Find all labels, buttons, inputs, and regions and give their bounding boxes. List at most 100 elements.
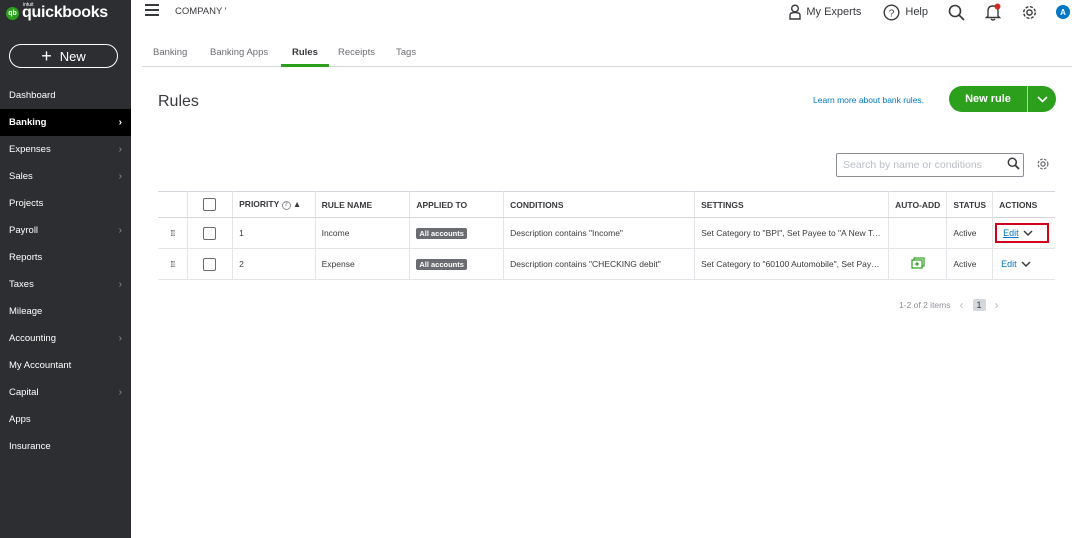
intuit-wordmark: intuit (23, 2, 34, 8)
auto-add-header[interactable]: AUTO-ADD (888, 191, 948, 218)
help-label: Help (905, 6, 928, 18)
info-icon[interactable]: ? (281, 200, 291, 210)
new-rule-button[interactable]: New rule (949, 93, 1027, 105)
quickbooks-logo[interactable]: qb intuit quickbooks (6, 2, 108, 23)
sidebar-item-label: Sales (9, 171, 33, 182)
tab-banking-apps[interactable]: Banking Apps (210, 47, 268, 66)
highlighted-edit-action: Edit (995, 223, 1049, 243)
auto-add-cell (888, 217, 948, 249)
qb-logo-icon: qb (6, 6, 19, 20)
tab-banking[interactable]: Banking (153, 47, 187, 66)
chevron-right-icon: › (118, 333, 122, 344)
row-checkbox[interactable] (203, 257, 217, 271)
user-avatar[interactable]: A (1056, 5, 1070, 19)
rules-table: PRIORITY ? ▲ RULE NAME APPLIED TO CONDIT… (158, 191, 1055, 280)
row-checkbox[interactable] (203, 226, 217, 240)
applied-to-cell: All accounts (409, 217, 505, 249)
pagination-summary: 1-2 of 2 items (899, 300, 951, 310)
sidebar-item-expenses[interactable]: Expenses › (0, 136, 131, 163)
table-settings-gear-icon[interactable] (1036, 157, 1050, 171)
rule-name-header[interactable]: RULE NAME (315, 191, 411, 218)
sidebar-item-label: Banking (9, 117, 47, 128)
row-actions: Edit (999, 259, 1049, 269)
chevron-right-icon: › (118, 117, 122, 128)
settings-cell: Set Category to "BPI", Set Payee to "A N… (694, 217, 890, 249)
new-rule-split-button: New rule (949, 86, 1056, 112)
status-header[interactable]: STATUS (946, 191, 994, 218)
sidebar-item-payroll[interactable]: Payroll › (0, 217, 131, 244)
search-icon[interactable] (948, 4, 965, 21)
edit-rule-link[interactable]: Edit (1003, 228, 1019, 238)
plus-icon: + (41, 46, 52, 66)
conditions-cell: Description contains "Income" (503, 217, 696, 249)
chevron-right-icon: › (118, 144, 122, 155)
sidebar-item-projects[interactable]: Projects (0, 190, 131, 217)
settings-header[interactable]: SETTINGS (694, 191, 890, 218)
drag-handle-icon[interactable]: ⁞⁞⁞ (158, 217, 188, 249)
drag-handle-icon[interactable]: ⁞⁞⁞ (158, 248, 188, 280)
chevron-right-icon: › (118, 279, 122, 290)
sidebar-item-apps[interactable]: Apps (0, 406, 131, 433)
tab-rules[interactable]: Rules (281, 47, 329, 67)
sidebar-item-label: Projects (9, 198, 44, 209)
rules-search-input[interactable] (836, 153, 1024, 177)
sidebar-item-banking[interactable]: Banking › (0, 109, 131, 136)
sidebar-item-label: Expenses (9, 144, 51, 155)
sidebar-nav: Dashboard Banking › Expenses › Sales › Projects… (0, 82, 131, 460)
previous-page-icon[interactable]: ‹ (960, 298, 964, 312)
rule-name-cell: Expense (315, 248, 411, 280)
table-header-row: PRIORITY ? ▲ RULE NAME APPLIED TO CONDIT… (158, 191, 1055, 218)
settings-gear-icon[interactable] (1021, 4, 1038, 21)
help-icon: ? (883, 3, 900, 21)
person-icon (789, 4, 802, 20)
new-button[interactable]: + New (9, 44, 118, 68)
chevron-down-icon[interactable] (1023, 229, 1033, 237)
applied-to-header[interactable]: APPLIED TO (409, 191, 505, 218)
chevron-down-icon[interactable] (1021, 260, 1031, 268)
table-row[interactable]: ⁞⁞⁞ 1 Income All accounts Description co… (158, 217, 1055, 249)
help-button[interactable]: ? Help (883, 3, 928, 21)
next-page-icon[interactable]: › (995, 298, 999, 312)
top-bar: COMPANY ' My Experts ? Help A (131, 0, 1078, 24)
sidebar-item-dashboard[interactable]: Dashboard (0, 82, 131, 109)
priority-cell: 1 (232, 217, 316, 249)
learn-more-link[interactable]: Learn more about bank rules. (813, 95, 924, 105)
sidebar-item-accounting[interactable]: Accounting › (0, 325, 131, 352)
sidebar-item-my-accountant[interactable]: My Accountant (0, 352, 131, 379)
settings-cell: Set Category to "60100 Automobile", Set … (694, 248, 890, 280)
tab-receipts[interactable]: Receipts (338, 47, 375, 66)
conditions-header[interactable]: CONDITIONS (503, 191, 696, 218)
svg-text:?: ? (889, 8, 895, 19)
sidebar-item-label: Accounting (9, 333, 57, 344)
tab-tags[interactable]: Tags (396, 47, 416, 66)
table-row[interactable]: ⁞⁞⁞ 2 Expense All accounts Description c… (158, 248, 1055, 280)
hamburger-menu-icon[interactable] (145, 4, 159, 16)
chevron-right-icon: › (118, 387, 122, 398)
sidebar-item-mileage[interactable]: Mileage (0, 298, 131, 325)
sidebar-item-taxes[interactable]: Taxes › (0, 271, 131, 298)
my-experts-button[interactable]: My Experts (789, 4, 861, 20)
conditions-cell: Description contains "CHECKING debit" (503, 248, 696, 280)
actions-header: ACTIONS (992, 191, 1055, 218)
sidebar-item-sales[interactable]: Sales › (0, 163, 131, 190)
priority-cell: 2 (232, 248, 316, 280)
sidebar-item-reports[interactable]: Reports (0, 244, 131, 271)
status-cell: Active (946, 248, 994, 280)
pagination: 1-2 of 2 items ‹ 1 › (899, 298, 1008, 312)
search-icon[interactable] (1007, 157, 1020, 170)
sidebar-item-capital[interactable]: Capital › (0, 379, 131, 406)
new-rule-dropdown[interactable] (1028, 95, 1056, 103)
new-button-label: New (59, 48, 86, 64)
select-all-checkbox[interactable] (203, 198, 217, 211)
notification-bell-icon[interactable] (985, 3, 1001, 21)
actions-cell: Edit (992, 217, 1055, 249)
split-divider (1027, 86, 1028, 112)
sidebar-item-insurance[interactable]: Insurance (0, 433, 131, 460)
priority-header[interactable]: PRIORITY ? ▲ (232, 191, 316, 218)
edit-rule-link[interactable]: Edit (1001, 259, 1017, 269)
applied-to-cell: All accounts (409, 248, 505, 280)
left-sidebar: qb intuit quickbooks + New Dashboard Bank… (0, 0, 131, 538)
auto-add-cell (888, 248, 948, 280)
current-page-number[interactable]: 1 (972, 299, 986, 311)
sidebar-item-label: Dashboard (9, 90, 56, 101)
